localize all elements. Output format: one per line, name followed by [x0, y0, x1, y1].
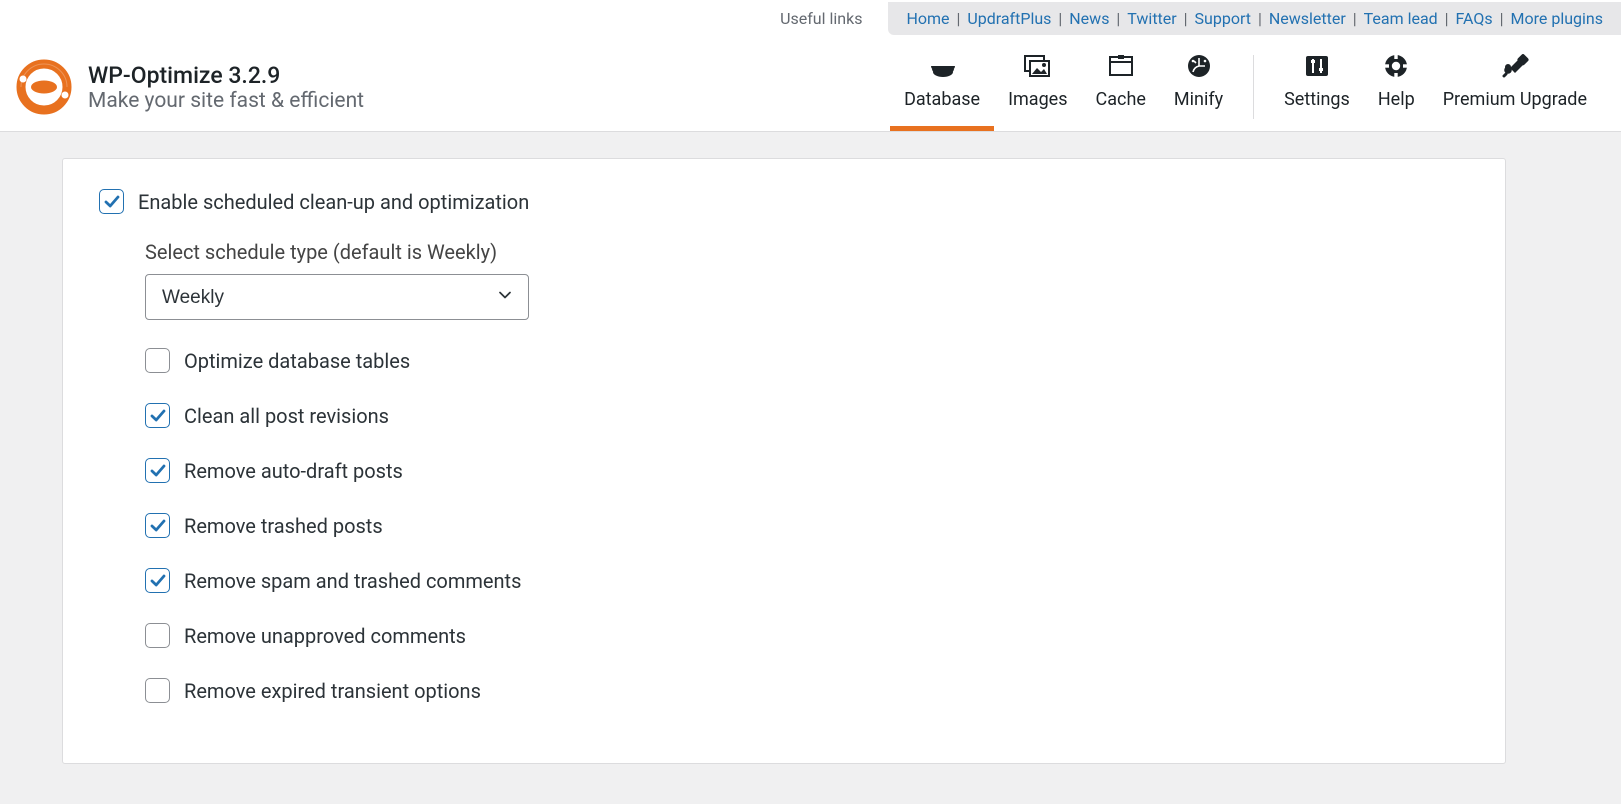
schedule-type-select[interactable]: Weekly — [145, 274, 529, 320]
images-icon — [1023, 51, 1053, 81]
enable-schedule-label: Enable scheduled clean-up and optimizati… — [138, 190, 529, 214]
tab-cache[interactable]: Cache — [1082, 43, 1160, 131]
link-separator: | — [1493, 9, 1511, 28]
useful-links-list: Home | UpdraftPlus | News | Twitter | Su… — [888, 2, 1621, 35]
link-separator: | — [1251, 9, 1269, 28]
useful-link-newsletter[interactable]: Newsletter — [1269, 9, 1346, 28]
label-remove-auto-draft: Remove auto-draft posts — [184, 459, 403, 483]
top-bar: Useful links Home | UpdraftPlus | News |… — [0, 0, 1621, 37]
option-row-remove-spam-comments: Remove spam and trashed comments — [145, 568, 1469, 593]
schedule-section: Select schedule type (default is Weekly)… — [145, 240, 1469, 703]
tab-label: Minify — [1174, 89, 1223, 110]
option-row-remove-unapproved-comments: Remove unapproved comments — [145, 623, 1469, 648]
tab-label: Images — [1008, 89, 1067, 110]
enable-row: Enable scheduled clean-up and optimizati… — [99, 189, 1469, 214]
label-remove-expired-transients: Remove expired transient options — [184, 679, 481, 703]
settings-icon — [1304, 51, 1330, 81]
schedule-select-wrap: Weekly — [145, 274, 529, 320]
minify-icon — [1186, 51, 1212, 81]
checkbox-remove-unapproved-comments[interactable] — [145, 623, 170, 648]
content: Enable scheduled clean-up and optimizati… — [0, 132, 1621, 804]
checkbox-remove-expired-transients[interactable] — [145, 678, 170, 703]
label-remove-trashed-posts: Remove trashed posts — [184, 514, 383, 538]
link-separator: | — [1177, 9, 1195, 28]
checkbox-remove-trashed-posts[interactable] — [145, 513, 170, 538]
useful-link-twitter[interactable]: Twitter — [1127, 9, 1176, 28]
label-optimize-tables: Optimize database tables — [184, 349, 410, 373]
option-row-remove-auto-draft: Remove auto-draft posts — [145, 458, 1469, 483]
link-separator: | — [950, 9, 968, 28]
useful-link-home[interactable]: Home — [906, 9, 949, 28]
enable-schedule-checkbox[interactable] — [99, 189, 124, 214]
checkbox-remove-spam-comments[interactable] — [145, 568, 170, 593]
brand: WP-Optimize 3.2.9 Make your site fast & … — [14, 57, 364, 117]
settings-panel: Enable scheduled clean-up and optimizati… — [62, 158, 1506, 764]
useful-link-more-plugins[interactable]: More plugins — [1511, 9, 1603, 28]
tab-label: Database — [904, 89, 980, 110]
option-row-clean-revisions: Clean all post revisions — [145, 403, 1469, 428]
page-title: WP-Optimize 3.2.9 — [88, 62, 364, 89]
useful-links-label: Useful links — [780, 9, 888, 28]
tab-label: Premium Upgrade — [1443, 89, 1587, 110]
tab-settings[interactable]: Settings — [1270, 43, 1364, 131]
tab-label: Settings — [1284, 89, 1350, 110]
useful-link-faqs[interactable]: FAQs — [1456, 9, 1493, 28]
tab-database[interactable]: Database — [890, 43, 994, 131]
main-tabs: Database Images Cache Minify Settings Help Pre… — [890, 43, 1601, 131]
link-separator: | — [1051, 9, 1069, 28]
option-row-remove-expired-transients: Remove expired transient options — [145, 678, 1469, 703]
tab-premium[interactable]: Premium Upgrade — [1429, 43, 1601, 131]
useful-link-team-lead[interactable]: Team lead — [1364, 9, 1438, 28]
help-icon — [1383, 51, 1409, 81]
useful-link-support[interactable]: Support — [1195, 9, 1251, 28]
label-clean-revisions: Clean all post revisions — [184, 404, 389, 428]
tab-label: Help — [1378, 89, 1415, 110]
tab-minify[interactable]: Minify — [1160, 43, 1237, 131]
checkbox-optimize-tables[interactable] — [145, 348, 170, 373]
tab-divider — [1253, 55, 1254, 119]
label-remove-spam-comments: Remove spam and trashed comments — [184, 569, 521, 593]
useful-link-updraftplus[interactable]: UpdraftPlus — [967, 9, 1051, 28]
header: WP-Optimize 3.2.9 Make your site fast & … — [0, 37, 1621, 132]
checkbox-remove-auto-draft[interactable] — [145, 458, 170, 483]
wp-optimize-logo-icon — [14, 57, 74, 117]
label-remove-unapproved-comments: Remove unapproved comments — [184, 624, 466, 648]
schedule-type-label: Select schedule type (default is Weekly) — [145, 240, 1469, 264]
link-separator: | — [1438, 9, 1456, 28]
options-list: Optimize database tables Clean all post r… — [145, 348, 1469, 703]
database-icon — [927, 51, 957, 81]
link-separator: | — [1109, 9, 1127, 28]
tab-label: Cache — [1096, 89, 1146, 110]
link-separator: | — [1346, 9, 1364, 28]
option-row-optimize-tables: Optimize database tables — [145, 348, 1469, 373]
option-row-remove-trashed-posts: Remove trashed posts — [145, 513, 1469, 538]
checkbox-clean-revisions[interactable] — [145, 403, 170, 428]
premium-icon — [1501, 51, 1529, 81]
tab-help[interactable]: Help — [1364, 43, 1429, 131]
page-subtitle: Make your site fast & efficient — [88, 89, 364, 113]
cache-icon — [1108, 51, 1134, 81]
useful-link-news[interactable]: News — [1069, 9, 1109, 28]
tab-images[interactable]: Images — [994, 43, 1081, 131]
title-group: WP-Optimize 3.2.9 Make your site fast & … — [88, 62, 364, 113]
